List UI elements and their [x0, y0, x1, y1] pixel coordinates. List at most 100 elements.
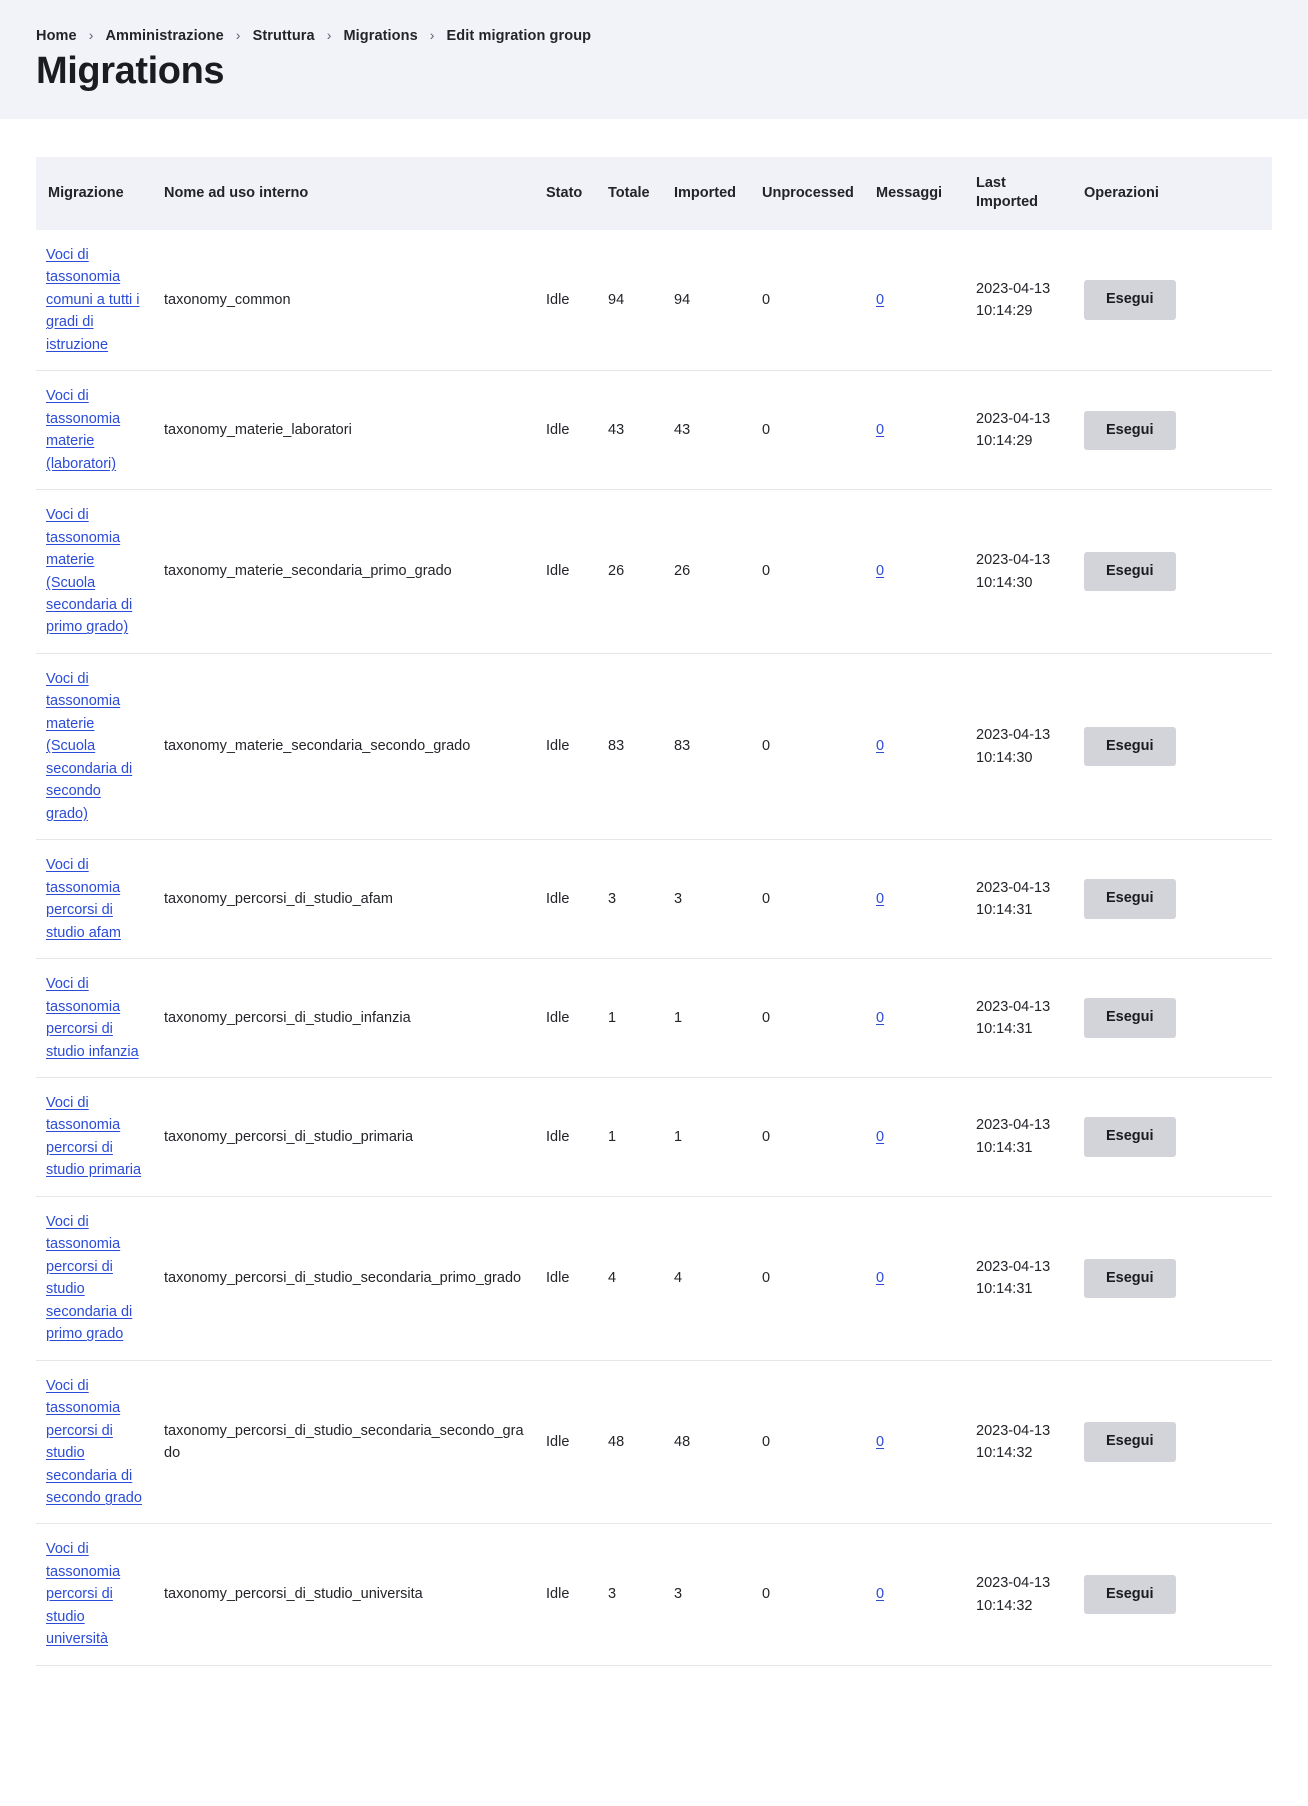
- esegui-button[interactable]: Esegui: [1084, 410, 1176, 450]
- cell-last-imported: 2023-04-13 10:14:29: [966, 230, 1074, 371]
- cell-operazioni: Esegui: [1074, 1523, 1272, 1666]
- cell-last-imported: 2023-04-13 10:14:29: [966, 370, 1074, 490]
- table-row: Voci di tassonomia comuni a tutti i grad…: [36, 230, 1272, 371]
- cell-imported: 1: [664, 1076, 752, 1197]
- cell-last-imported: 2023-04-13 10:14:32: [966, 1359, 1074, 1524]
- cell-operazioni: Esegui: [1074, 1195, 1272, 1361]
- last-imported-time: 10:14:31: [976, 1139, 1033, 1156]
- migration-link[interactable]: Voci di tassonomia materie (Scuola secon…: [46, 507, 132, 635]
- migration-link[interactable]: Voci di tassonomia comuni a tutti i grad…: [46, 247, 140, 353]
- esegui-button[interactable]: Esegui: [1084, 1117, 1176, 1157]
- cell-stato: Idle: [536, 958, 598, 1078]
- cell-totale: 48: [598, 1359, 664, 1524]
- cell-totale: 3: [598, 1523, 664, 1666]
- esegui-button[interactable]: Esegui: [1084, 551, 1176, 592]
- esegui-button[interactable]: Esegui: [1084, 879, 1176, 919]
- migration-link[interactable]: Voci di tassonomia percorsi di studio pr…: [46, 1095, 141, 1178]
- cell-stato: Idle: [536, 652, 598, 840]
- esegui-button[interactable]: Esegui: [1084, 1574, 1176, 1615]
- messages-link[interactable]: 0: [876, 738, 884, 754]
- cell-stato: Idle: [546, 291, 570, 308]
- messages-link[interactable]: 0: [876, 1129, 884, 1145]
- table-row: Voci di tassonomia percorsi di studio af…: [36, 839, 1272, 959]
- cell-stato: Idle: [536, 1076, 598, 1197]
- breadcrumb-item-home[interactable]: Home: [36, 28, 77, 44]
- cell-unprocessed: 0: [752, 489, 866, 654]
- cell-operazioni: Esegui: [1074, 230, 1272, 371]
- cell-totale: 1: [598, 958, 664, 1078]
- cell-totale: 94: [608, 291, 625, 308]
- esegui-button[interactable]: Esegui: [1084, 998, 1176, 1038]
- cell-stato: Idle: [536, 370, 598, 490]
- column-header-messaggi: Messaggi: [866, 156, 966, 230]
- cell-nome: taxonomy_percorsi_di_studio_infanzia: [154, 958, 536, 1078]
- cell-migrazione: Voci di tassonomia percorsi di studio se…: [36, 1359, 154, 1524]
- cell-stato: Idle: [536, 489, 598, 654]
- messages-link[interactable]: 0: [876, 563, 884, 579]
- last-imported-date: 2023-04-13: [976, 410, 1051, 427]
- cell-last-imported: 2023-04-13 10:14:30: [966, 489, 1074, 654]
- cell-imported: 1: [664, 958, 752, 1078]
- column-header-nome: Nome ad uso interno: [154, 156, 536, 230]
- breadcrumb-separator-icon: ›: [429, 27, 435, 43]
- esegui-button[interactable]: Esegui: [1084, 1258, 1176, 1298]
- table-row: Voci di tassonomia percorsi di studio se…: [36, 1195, 1272, 1361]
- breadcrumb-item-migrations[interactable]: Migrations: [343, 28, 417, 44]
- cell-migrazione: Voci di tassonomia comuni a tutti i grad…: [36, 230, 154, 371]
- cell-imported: 4: [664, 1195, 752, 1361]
- cell-last-imported: 2023-04-13 10:14:31: [966, 839, 1074, 959]
- migration-link[interactable]: Voci di tassonomia percorsi di studio se…: [46, 1214, 132, 1342]
- cell-operazioni: Esegui: [1074, 839, 1272, 959]
- messages-link[interactable]: 0: [876, 422, 884, 438]
- migration-link[interactable]: Voci di tassonomia percorsi di studio in…: [46, 976, 139, 1059]
- cell-totale: 26: [598, 489, 664, 654]
- column-header-migrazione: Migrazione: [36, 156, 154, 230]
- cell-last-imported: 2023-04-13 10:14:30: [966, 652, 1074, 840]
- messages-link[interactable]: 0: [876, 1270, 884, 1286]
- messages-link[interactable]: 0: [876, 891, 884, 907]
- last-imported-time: 10:14:32: [976, 1445, 1033, 1462]
- esegui-button[interactable]: Esegui: [1084, 726, 1176, 767]
- cell-nome: taxonomy_materie_laboratori: [154, 370, 536, 490]
- esegui-button[interactable]: Esegui: [1084, 1422, 1176, 1462]
- cell-migrazione: Voci di tassonomia materie (laboratori): [36, 370, 154, 490]
- cell-messaggi: 0: [866, 489, 966, 654]
- breadcrumb-item-struttura[interactable]: Struttura: [253, 28, 315, 44]
- last-imported-date: 2023-04-13: [976, 1575, 1051, 1592]
- last-imported-date: 2023-04-13: [976, 552, 1051, 569]
- cell-imported: 26: [664, 489, 752, 654]
- last-imported-time: 10:14:30: [976, 574, 1033, 591]
- cell-nome: taxonomy_percorsi_di_studio_secondaria_p…: [154, 1195, 536, 1361]
- migration-link[interactable]: Voci di tassonomia materie (laboratori): [46, 388, 120, 471]
- last-imported-time: 10:14:29: [976, 303, 1033, 320]
- messages-link[interactable]: 0: [876, 1434, 884, 1450]
- breadcrumb-separator-icon: ›: [326, 27, 332, 43]
- cell-messaggi: 0: [866, 370, 966, 490]
- table-header: Migrazione Nome ad uso interno Stato Totale…: [36, 156, 1272, 230]
- last-imported-time: 10:14:30: [976, 749, 1033, 766]
- cell-stato: Idle: [536, 839, 598, 959]
- migration-link[interactable]: Voci di tassonomia percorsi di studio af…: [46, 857, 121, 940]
- cell-messaggi: 0: [866, 839, 966, 959]
- cell-operazioni: Esegui: [1074, 1076, 1272, 1197]
- table-row: Voci di tassonomia materie (Scuola secon…: [36, 652, 1272, 840]
- messages-link[interactable]: 0: [876, 1010, 884, 1026]
- breadcrumb-item-amministrazione[interactable]: Amministrazione: [105, 28, 223, 44]
- cell-stato: Idle: [536, 1195, 598, 1361]
- migration-link[interactable]: Voci di tassonomia materie (Scuola secon…: [46, 671, 132, 822]
- last-imported-time: 10:14:31: [976, 1281, 1033, 1298]
- last-imported-time: 10:14:31: [976, 902, 1033, 919]
- cell-imported: 48: [664, 1359, 752, 1524]
- cell-nome: taxonomy_percorsi_di_studio_secondaria_s…: [154, 1359, 536, 1524]
- migration-link[interactable]: Voci di tassonomia percorsi di studio un…: [46, 1541, 120, 1647]
- messages-link[interactable]: 0: [876, 1586, 884, 1602]
- cell-operazioni: Esegui: [1074, 958, 1272, 1078]
- cell-imported: 83: [664, 652, 752, 840]
- cell-totale: 3: [598, 839, 664, 959]
- messages-link[interactable]: 0: [876, 292, 884, 308]
- page-root: Home › Amministrazione › Struttura › Migration…: [0, 0, 1308, 1806]
- migration-link[interactable]: Voci di tassonomia percorsi di studio se…: [46, 1378, 142, 1506]
- cell-migrazione: Voci di tassonomia percorsi di studio pr…: [36, 1076, 154, 1197]
- last-imported-date: 2023-04-13: [976, 727, 1051, 744]
- esegui-button[interactable]: Esegui: [1084, 280, 1176, 320]
